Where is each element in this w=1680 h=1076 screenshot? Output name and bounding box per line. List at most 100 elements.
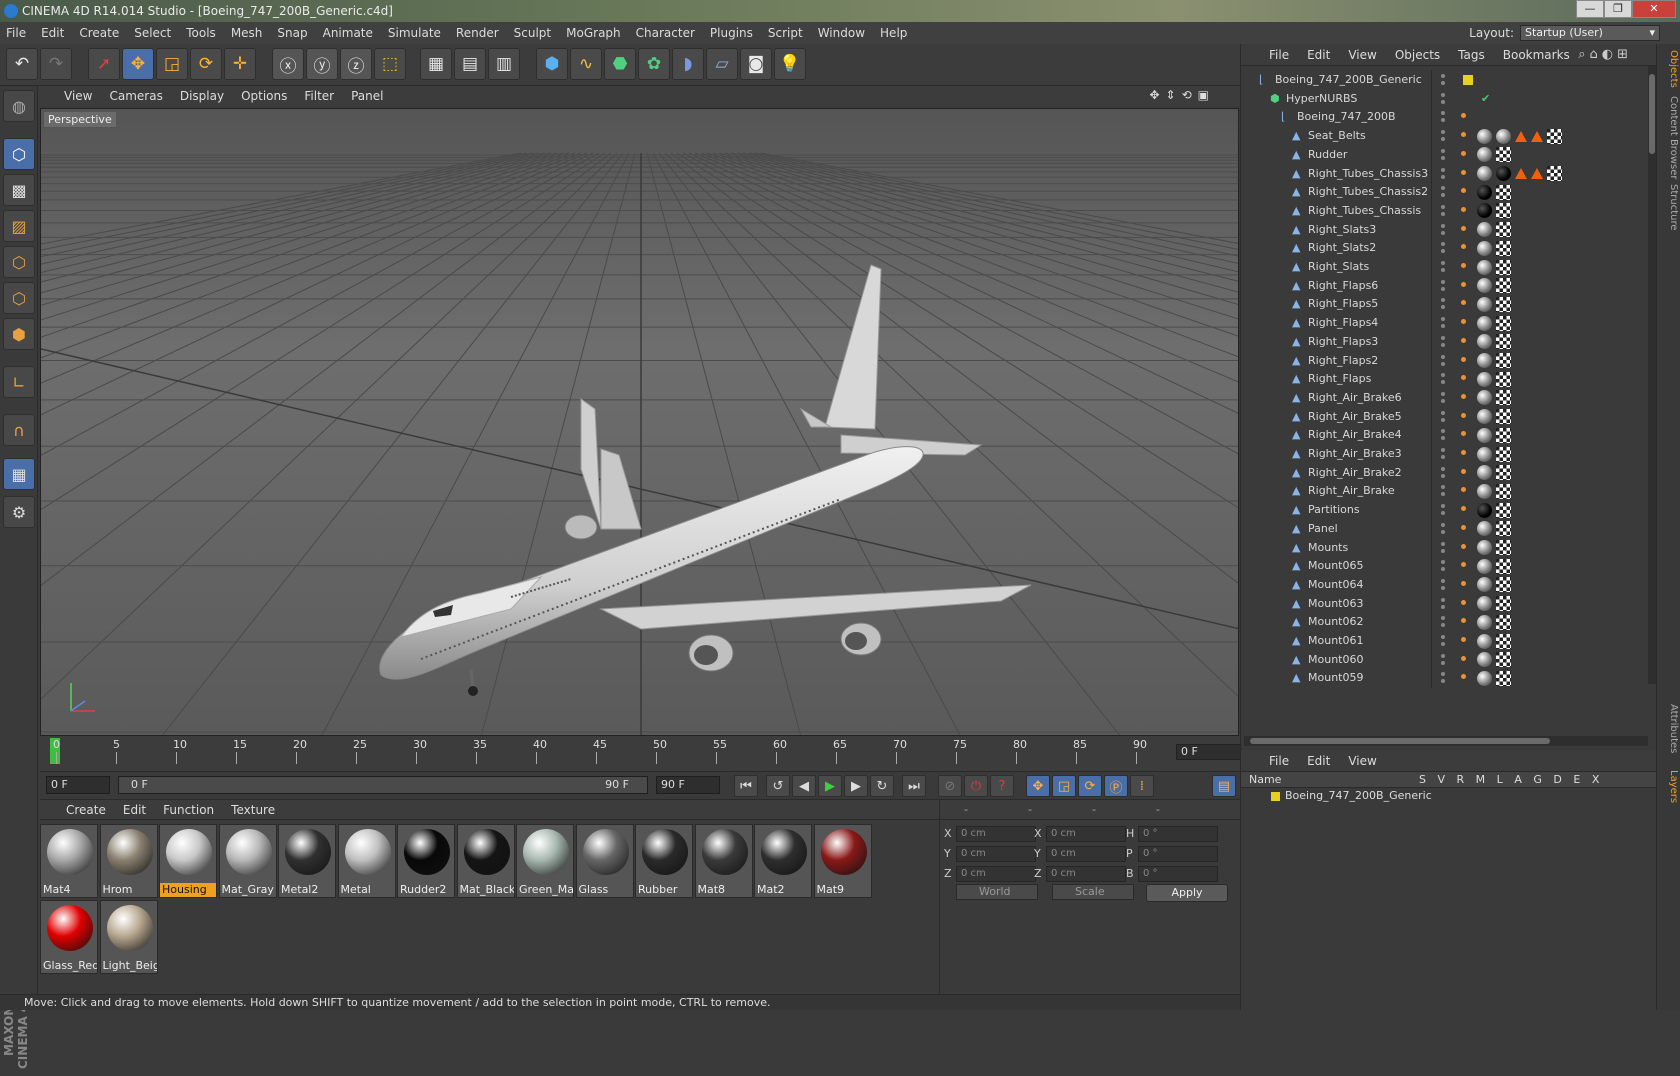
spline-icon[interactable]: ∿ — [570, 48, 602, 80]
render-visibility-dot[interactable] — [1441, 342, 1445, 347]
render-visibility-dot[interactable] — [1441, 492, 1445, 497]
phong-tag-icon[interactable] — [1461, 618, 1466, 624]
menu-file[interactable]: File — [6, 26, 26, 40]
material-swatch[interactable]: Rudder2 — [397, 824, 455, 898]
phong-tag-icon[interactable] — [1461, 206, 1466, 212]
uvw-tag-icon[interactable] — [1496, 240, 1511, 256]
object-row[interactable]: ▲ Right_Air_Brake3 — [1241, 444, 1647, 464]
goto-start-icon[interactable]: ⏮ — [734, 775, 758, 797]
object-row[interactable]: ▲ Right_Flaps5 — [1241, 294, 1647, 315]
uvw-tag-icon[interactable] — [1496, 446, 1511, 462]
viewport-menu-display[interactable]: Display — [180, 89, 224, 103]
editor-visibility-dot[interactable] — [1441, 261, 1445, 265]
render-visibility-dot[interactable] — [1441, 679, 1445, 684]
uvw-tag-icon[interactable] — [1496, 184, 1511, 200]
uvw-tag-icon[interactable] — [1496, 577, 1511, 593]
phong-tag-icon[interactable] — [1461, 431, 1466, 437]
layer-menu-view[interactable]: View — [1348, 754, 1376, 768]
material-tag-icon[interactable] — [1477, 521, 1492, 537]
menu-script[interactable]: Script — [768, 26, 803, 40]
material-tag-icon[interactable] — [1477, 483, 1492, 499]
layer-col-v[interactable]: V — [1437, 773, 1445, 786]
object-row[interactable]: ▲ Right_Air_Brake5 — [1241, 406, 1647, 427]
object-row[interactable]: ▲ Right_Air_Brake6 — [1241, 387, 1647, 408]
uvw-tag-icon[interactable] — [1496, 614, 1511, 630]
object-row[interactable]: ▲ Right_Tubes_Chassis2 — [1241, 182, 1647, 203]
hscroll-thumb[interactable] — [1250, 738, 1550, 744]
menu-select[interactable]: Select — [134, 26, 171, 40]
axis-mode-icon[interactable]: ∟ — [3, 366, 35, 398]
object-row[interactable]: ⌊ Boeing_747_200B — [1241, 107, 1647, 128]
object-menu-bookmarks[interactable]: Bookmarks — [1503, 48, 1570, 62]
prev-keyframe-icon[interactable]: ↺ — [766, 775, 790, 797]
uvw-tag-icon[interactable] — [1496, 483, 1511, 499]
coord-value-field[interactable]: 0 cm — [956, 826, 1036, 842]
render-visibility-dot[interactable] — [1441, 604, 1445, 609]
minimize-button[interactable]: — — [1576, 0, 1604, 18]
key-scale-icon[interactable]: ◲ — [1052, 775, 1076, 797]
object-row[interactable]: ▲ Partitions — [1241, 500, 1647, 521]
rotate-tool-icon[interactable]: ⟳ — [190, 48, 222, 80]
editor-visibility-dot[interactable] — [1441, 522, 1445, 527]
material-tag-icon[interactable] — [1477, 353, 1492, 368]
layer-col-x[interactable]: X — [1592, 773, 1600, 786]
object-menu-objects[interactable]: Objects — [1395, 48, 1440, 62]
material-tag-icon[interactable] — [1477, 128, 1492, 144]
material-swatch[interactable]: Housing — [159, 824, 217, 898]
object-tree-vscrollbar[interactable] — [1648, 66, 1656, 684]
deformer-icon[interactable]: ◗ — [672, 48, 704, 80]
render-visibility-dot[interactable] — [1441, 81, 1445, 85]
floor-icon[interactable]: ▱ — [706, 48, 738, 80]
render-visibility-dot[interactable] — [1441, 99, 1445, 104]
maximize-button[interactable]: ❐ — [1604, 0, 1632, 18]
editor-visibility-dot[interactable] — [1441, 485, 1445, 490]
render-visibility-dot[interactable] — [1441, 511, 1445, 516]
phong-tag-icon[interactable] — [1461, 450, 1466, 455]
key-parameter-icon[interactable]: Ⓟ — [1104, 775, 1128, 797]
record-keys-icon[interactable]: ⊘ — [938, 775, 962, 797]
object-row[interactable]: ▲ Mount062 — [1241, 612, 1647, 633]
object-row[interactable]: ▲ Right_Air_Brake — [1241, 481, 1647, 502]
material-tag-icon[interactable] — [1477, 540, 1492, 555]
render-visibility-dot[interactable] — [1441, 436, 1445, 441]
timeline-window-icon[interactable]: ▤ — [1212, 775, 1236, 797]
material-tag-icon[interactable] — [1477, 409, 1492, 425]
editor-visibility-dot[interactable] — [1441, 597, 1445, 602]
render-visibility-dot[interactable] — [1441, 660, 1445, 665]
uvw-tag-icon[interactable] — [1496, 147, 1511, 163]
uvw-tag-icon[interactable] — [1496, 259, 1511, 275]
editor-visibility-dot[interactable] — [1441, 74, 1445, 78]
magnet-icon[interactable]: ∩ — [3, 414, 35, 446]
airplane-model[interactable] — [41, 109, 1239, 736]
material-tag-icon[interactable] — [1477, 166, 1492, 181]
uvw-tag-icon[interactable] — [1496, 315, 1511, 331]
material-tag-icon[interactable] — [1477, 222, 1492, 238]
move-tool-icon[interactable]: ✥ — [122, 48, 154, 80]
material-swatch[interactable]: Metal2 — [278, 824, 336, 898]
side-tab-objects[interactable]: Objects — [1659, 50, 1679, 88]
phong-tag-icon[interactable] — [1461, 562, 1466, 568]
object-tree-hscrollbar[interactable] — [1244, 736, 1648, 746]
coord-value-field[interactable]: 0 ° — [1138, 826, 1218, 842]
layer-col-r[interactable]: R — [1457, 773, 1465, 786]
material-swatch[interactable]: Mat8 — [694, 824, 753, 898]
uvw-tag-icon[interactable] — [1496, 427, 1511, 443]
object-row[interactable]: ▲ Right_Air_Brake4 — [1241, 425, 1647, 446]
menu-sculpt[interactable]: Sculpt — [514, 26, 551, 40]
black-material-tag-icon[interactable] — [1477, 184, 1492, 200]
material-tag-icon[interactable] — [1496, 128, 1511, 144]
key-pla-icon[interactable]: ⁞ — [1130, 775, 1154, 797]
cube-object-icon[interactable]: ⬢ — [536, 48, 568, 80]
edges-mode-icon[interactable]: ⬡ — [3, 282, 35, 314]
coordinate-system-icon[interactable]: ⬚ — [374, 48, 406, 80]
phong-tag-icon[interactable] — [1461, 244, 1466, 250]
keyframe-selection-icon[interactable]: ? — [990, 775, 1014, 797]
texture-mode-icon[interactable]: ▩ — [3, 174, 35, 206]
material-tag-icon[interactable] — [1477, 614, 1492, 630]
material-tag-icon[interactable] — [1477, 371, 1492, 387]
layer-menu-file[interactable]: File — [1269, 754, 1289, 768]
material-swatch[interactable]: Mat2 — [754, 824, 812, 898]
editor-visibility-dot[interactable] — [1441, 130, 1445, 135]
material-menu-function[interactable]: Function — [163, 803, 214, 817]
object-row[interactable]: ▲ Right_Tubes_Chassis3 — [1241, 163, 1647, 184]
